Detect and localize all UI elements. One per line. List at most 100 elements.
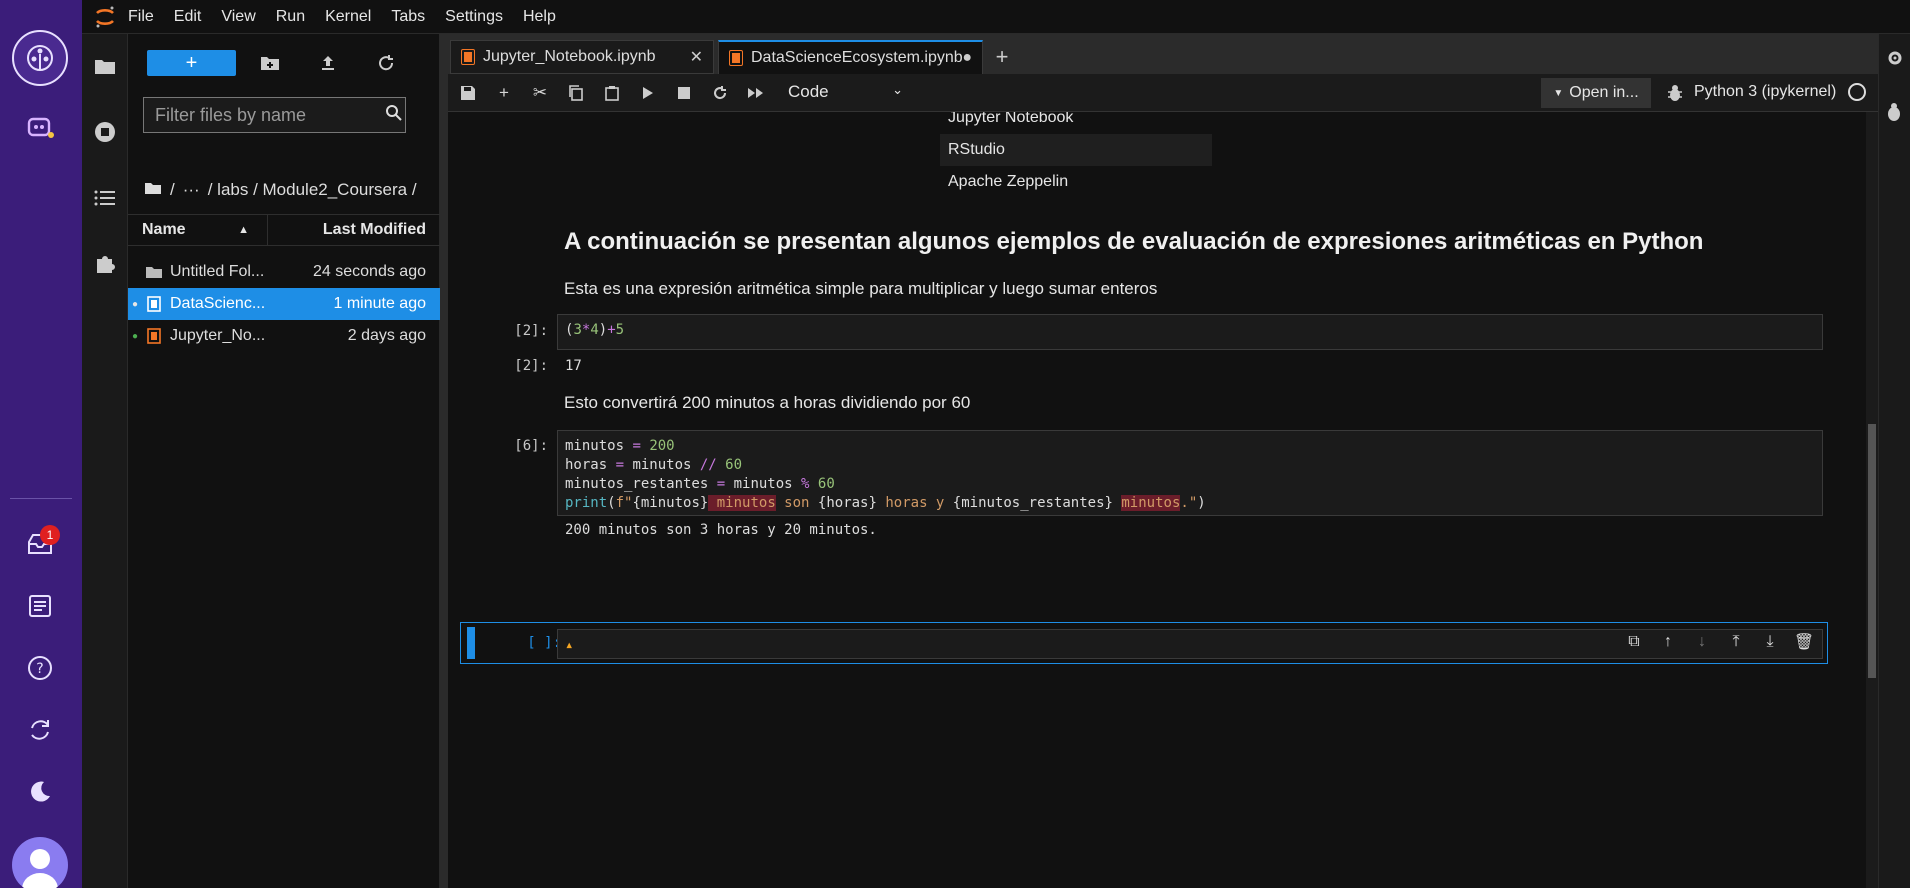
last-modified-column-header[interactable]: Last Modified (268, 221, 440, 239)
menu-kernel[interactable]: Kernel (325, 8, 371, 26)
copy-icon[interactable] (562, 79, 590, 107)
search-icon (385, 104, 403, 127)
cell-output: 200 minutos son 3 horas y 20 minutos. (565, 522, 877, 538)
breadcrumb-ellipsis[interactable]: ··· (183, 180, 200, 200)
close-tab-icon[interactable]: ✕ (690, 47, 703, 67)
breadcrumb: / ··· / labs / Module2_Coursera / (144, 180, 417, 200)
debugger-sidebar-bug-icon[interactable] (1885, 102, 1903, 127)
markdown-heading: A continuación se presentan algunos ejem… (564, 228, 1704, 255)
open-indicator: ● (131, 330, 139, 342)
sort-ascending-icon: ▲ (238, 224, 249, 236)
tab-bar: Jupyter_Notebook.ipynb ✕ DataScienceEcos… (448, 34, 1878, 74)
cell-type-select[interactable]: Code ⌄ (788, 82, 903, 102)
assistant-icon[interactable] (22, 110, 58, 146)
code-cell-input[interactable]: (3*4)+5 (557, 314, 1823, 350)
folder-icon[interactable] (91, 52, 119, 80)
refresh-files-icon[interactable] (372, 49, 400, 77)
list-item: Jupyter Notebook (948, 112, 1074, 126)
move-down-arrow-icon[interactable]: ↓ (1689, 629, 1715, 655)
dark-mode-moon-icon[interactable] (22, 774, 58, 810)
file-row-selected[interactable]: ● DataScienc... 1 minute ago (128, 288, 440, 320)
menu-help[interactable]: Help (523, 8, 556, 26)
folder-icon (142, 262, 166, 282)
notebook-area: Jupyter_Notebook.ipynb ✕ DataScienceEcos… (448, 34, 1878, 888)
notebook-toolbar: + ✂ Code ⌄ ▼ Open in... Python 3 (ipyker… (448, 74, 1878, 112)
stop-icon[interactable] (670, 79, 698, 107)
run-icon[interactable] (634, 79, 662, 107)
menu-settings[interactable]: Settings (445, 8, 503, 26)
jupyter-logo-icon (82, 0, 128, 34)
list-item: RStudio (940, 134, 1212, 166)
menu-view[interactable]: View (221, 8, 255, 26)
code-cell-input[interactable]: minutos = 200 horas = minutos // 60 minu… (557, 430, 1823, 516)
kernel-status-icon (1848, 83, 1866, 101)
notebook-content: Jupyter Notebook RStudio Apache Zeppelin… (448, 112, 1866, 888)
insert-below-icon[interactable]: ⤓ (1757, 629, 1783, 655)
delete-trash-icon[interactable]: 🗑 (1791, 629, 1817, 655)
notebook-icon (142, 326, 166, 346)
new-tab-plus-icon[interactable]: + (987, 42, 1017, 72)
menu-tabs[interactable]: Tabs (391, 8, 425, 26)
user-avatar[interactable] (12, 837, 68, 888)
cut-scissors-icon[interactable]: ✂ (526, 79, 554, 107)
menu-edit[interactable]: Edit (174, 8, 202, 26)
cell-input-prompt: [2]: (514, 323, 548, 339)
notification-badge: 1 (40, 525, 60, 545)
scrollbar-thumb[interactable] (1868, 424, 1876, 678)
duplicate-cell-icon[interactable]: ⧉ (1621, 629, 1647, 655)
list-item: Apache Zeppelin (948, 173, 1069, 190)
file-list-header: Name ▲ Last Modified (128, 214, 440, 246)
file-modified: 1 minute ago (333, 295, 426, 312)
extensions-puzzle-icon[interactable] (91, 250, 119, 278)
filter-input[interactable] (155, 104, 375, 126)
help-icon[interactable]: ? (22, 650, 58, 686)
cell-input-prompt: [ ]: (527, 635, 561, 651)
tab-datascience-ecosystem[interactable]: DataScienceEcosystem.ipynb ● (718, 40, 983, 74)
breadcrumb-path[interactable]: / labs / Module2_Coursera / (208, 180, 417, 200)
new-folder-icon[interactable] (256, 49, 284, 77)
upload-icon[interactable] (314, 49, 342, 77)
new-launcher-button[interactable]: + (147, 50, 236, 76)
file-name: Jupyter_No... (170, 327, 266, 344)
restart-icon[interactable] (706, 79, 734, 107)
breadcrumb-root-folder-icon[interactable] (144, 180, 162, 200)
markdown-paragraph: Esto convertirá 200 minutos a horas divi… (564, 393, 971, 412)
paste-icon[interactable] (598, 79, 626, 107)
panel-splitter[interactable] (440, 34, 448, 888)
kernel-name[interactable]: Python 3 (ipykernel) (1694, 83, 1836, 101)
news-icon[interactable] (22, 588, 58, 624)
cell-output: 17 (565, 358, 582, 374)
file-row[interactable]: Untitled Fol... 24 seconds ago (128, 256, 440, 288)
file-filter-field[interactable] (143, 97, 406, 133)
debugger-bug-icon[interactable] (1661, 79, 1689, 107)
markdown-paragraph: Esta es una expresión aritmética simple … (564, 279, 1158, 298)
table-of-contents-icon[interactable] (91, 184, 119, 212)
vertical-scrollbar[interactable] (1866, 112, 1878, 888)
svg-text:?: ? (36, 661, 43, 677)
move-up-arrow-icon[interactable]: ↑ (1655, 629, 1681, 655)
tab-jupyter-notebook[interactable]: Jupyter_Notebook.ipynb ✕ (450, 40, 714, 74)
fast-forward-icon[interactable] (742, 79, 770, 107)
app-logo-icon[interactable] (12, 30, 68, 86)
save-icon[interactable] (454, 79, 482, 107)
file-row[interactable]: ● Jupyter_No... 2 days ago (128, 320, 440, 352)
open-indicator: ● (131, 298, 139, 310)
activity-bar (82, 34, 128, 888)
insert-above-icon[interactable]: ⤒ (1723, 629, 1749, 655)
file-modified: 24 seconds ago (313, 263, 426, 280)
running-kernels-icon[interactable] (91, 118, 119, 146)
insert-cell-plus-icon[interactable]: + (490, 79, 518, 107)
menu-run[interactable]: Run (276, 8, 305, 26)
menu-file[interactable]: File (128, 8, 154, 26)
property-inspector-gear-icon[interactable] (1885, 48, 1905, 73)
jupyterlab-window: 1 ? File Edit View Run Kernel Tabs Setti… (0, 0, 1910, 888)
breadcrumb-root[interactable]: / (170, 180, 175, 200)
cell-output-prompt: [2]: (514, 358, 548, 374)
rail-divider (10, 498, 72, 499)
active-code-cell[interactable]: [ ]: ▴ ⧉ ↑ ↓ ⤒ ⤓ 🗑 (460, 622, 1828, 664)
unsaved-indicator-icon[interactable]: ● (962, 49, 972, 67)
name-column-header[interactable]: Name ▲ (128, 215, 268, 245)
refresh-icon[interactable] (22, 712, 58, 748)
cell-actions: ⧉ ↑ ↓ ⤒ ⤓ 🗑 (1621, 629, 1817, 655)
open-in-button[interactable]: ▼ Open in... (1541, 78, 1651, 108)
